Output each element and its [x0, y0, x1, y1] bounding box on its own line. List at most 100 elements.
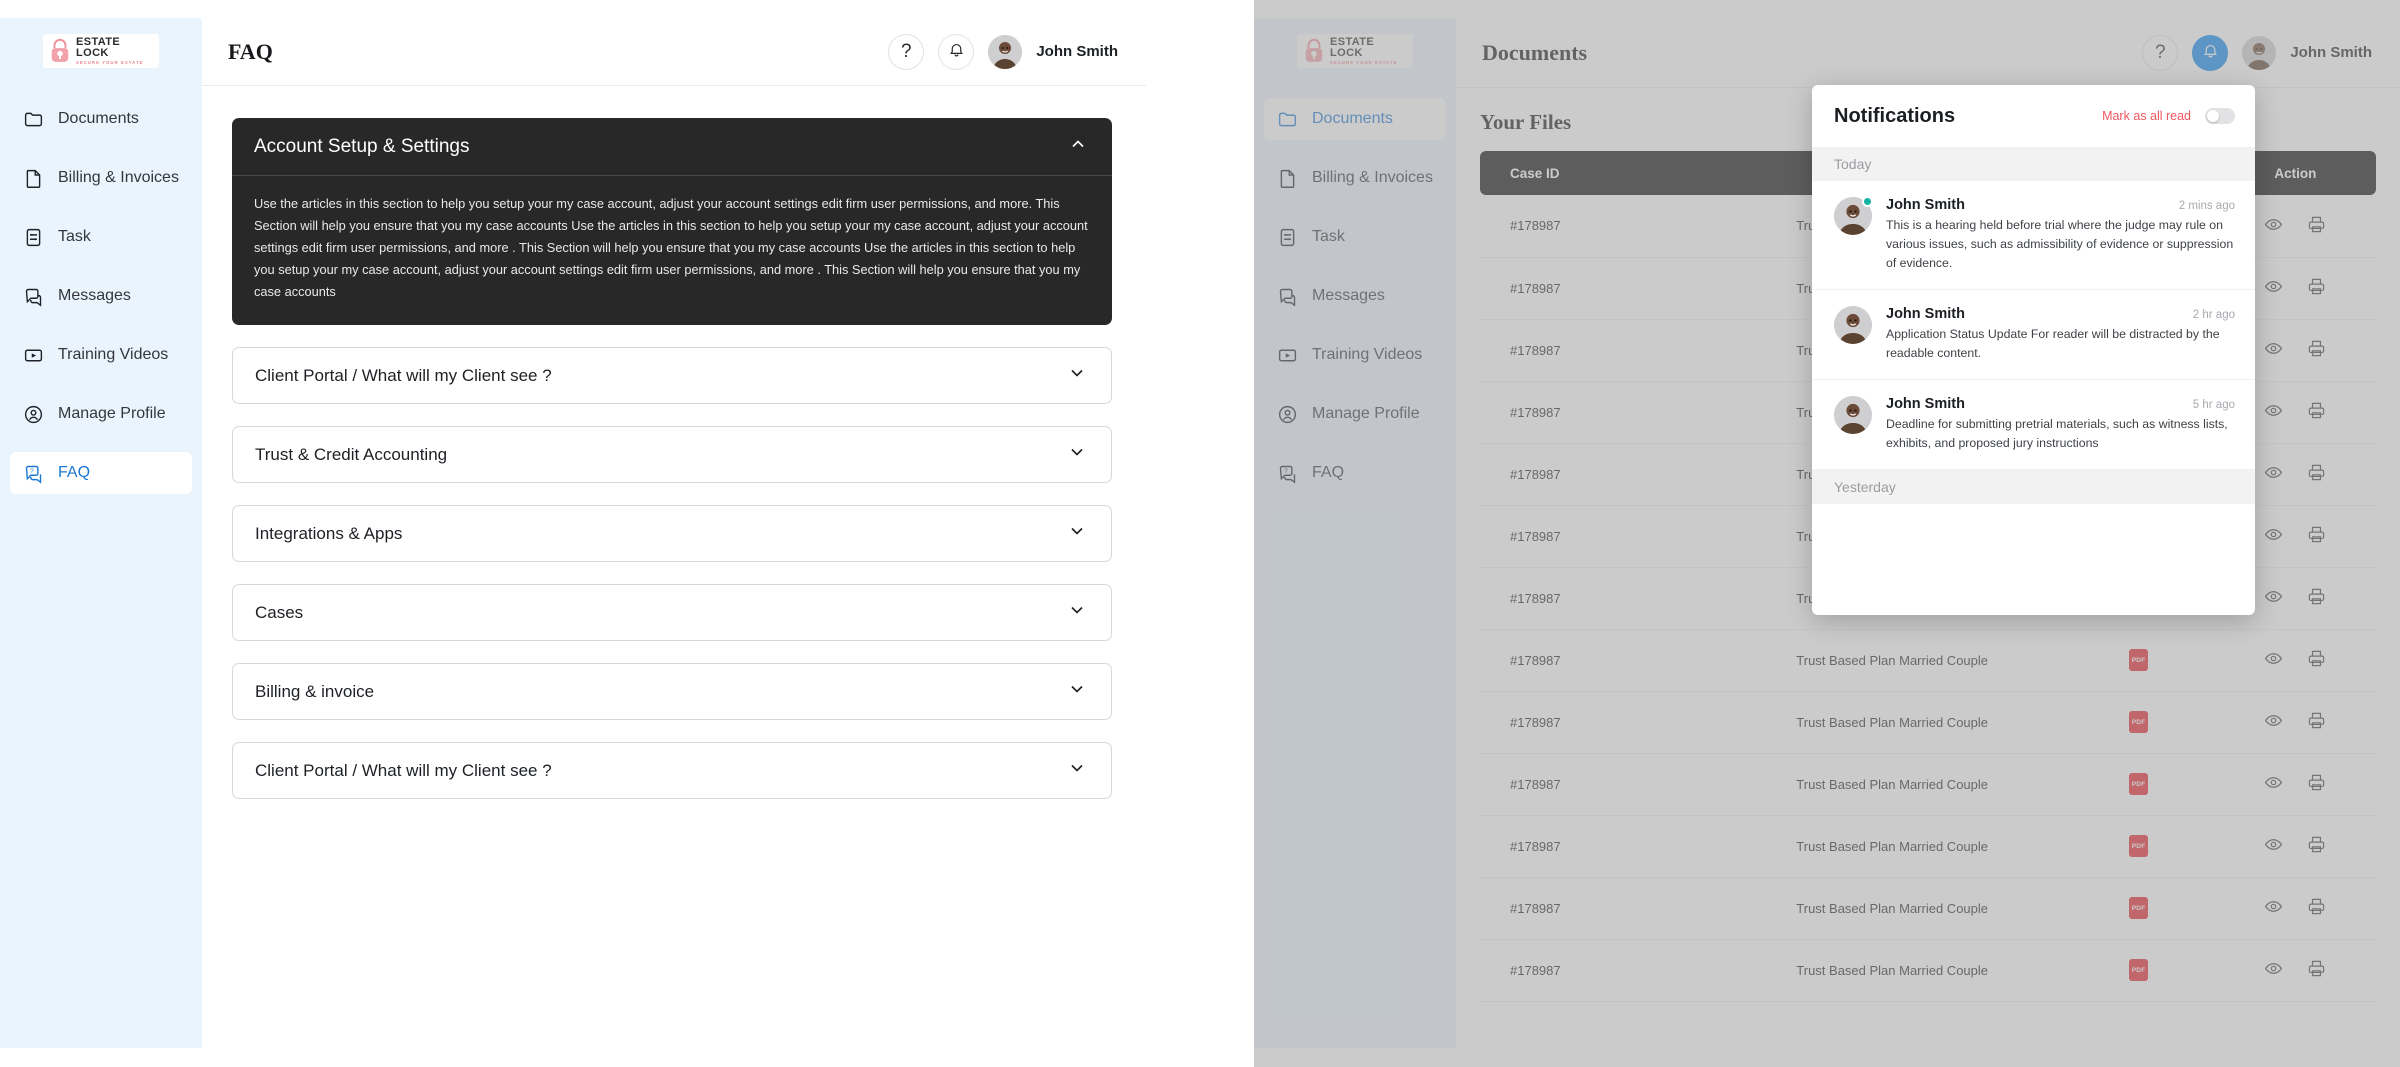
chevron-down-icon[interactable] [1067, 679, 1087, 704]
print-icon[interactable] [2307, 711, 2326, 733]
sidebar-item-documents[interactable]: Documents [10, 98, 192, 140]
sidebar-item-task[interactable]: Task [10, 216, 192, 258]
table-row[interactable]: #178987Trust Based Plan Married CouplePD… [1480, 629, 2376, 691]
pdf-icon[interactable]: PDF [2129, 711, 2148, 733]
pdf-icon[interactable]: PDF [2129, 649, 2148, 671]
print-icon[interactable] [2307, 215, 2326, 237]
view-icon[interactable] [2264, 835, 2283, 857]
notifications-button[interactable] [938, 34, 974, 70]
faq-accordion-item-4[interactable]: Billing & invoice [232, 663, 1112, 720]
faq-accordion-item-1[interactable]: Trust & Credit Accounting [232, 426, 1112, 483]
print-icon[interactable] [2307, 401, 2326, 423]
video-play-icon [1277, 345, 1298, 366]
notifications-group-label-today: Today [1812, 147, 2255, 181]
table-row[interactable]: #178987Trust Based Plan Married CouplePD… [1480, 939, 2376, 1001]
cell-case-id: #178987 [1480, 195, 1722, 257]
faq-accordion-item-3[interactable]: Cases [232, 584, 1112, 641]
sidebar-item-messages[interactable]: Messages [10, 275, 192, 317]
chevron-down-icon[interactable] [1067, 442, 1087, 467]
pdf-icon[interactable]: PDF [2129, 773, 2148, 795]
cell-file[interactable]: PDF [2062, 877, 2214, 939]
print-icon[interactable] [2307, 587, 2326, 609]
sidebar-item-label: Manage Profile [1312, 405, 1420, 423]
notification-item[interactable]: John Smith 2 mins ago This is a hearing … [1812, 181, 2255, 290]
sidebar-item-faq[interactable]: ? FAQ [10, 452, 192, 494]
chat-question-icon: ? [23, 463, 44, 484]
chevron-down-icon[interactable] [1067, 521, 1087, 546]
print-icon[interactable] [2307, 339, 2326, 361]
notifications-toggle[interactable] [2205, 108, 2235, 124]
sidebar-item-training-videos[interactable]: Training Videos [10, 334, 192, 376]
view-icon[interactable] [2264, 339, 2283, 361]
print-icon[interactable] [2307, 773, 2326, 795]
column-header-case-id[interactable]: Case ID [1480, 151, 1722, 195]
print-icon[interactable] [2307, 959, 2326, 981]
chevron-down-icon[interactable] [1067, 758, 1087, 783]
cell-file[interactable]: PDF [2062, 691, 2214, 753]
pane-gap [1146, 0, 1254, 1067]
notifications-button[interactable] [2192, 35, 2228, 71]
print-icon[interactable] [2307, 525, 2326, 547]
chevron-up-icon[interactable] [1068, 134, 1088, 159]
view-icon[interactable] [2264, 773, 2283, 795]
view-icon[interactable] [2264, 587, 2283, 609]
view-icon[interactable] [2264, 711, 2283, 733]
notification-time: 2 mins ago [2179, 200, 2235, 212]
table-row[interactable]: #178987Trust Based Plan Married CouplePD… [1480, 691, 2376, 753]
view-icon[interactable] [2264, 277, 2283, 299]
view-icon[interactable] [2264, 959, 2283, 981]
sidebar-item-billing-invoices[interactable]: Billing & Invoices [1264, 157, 1446, 199]
help-button[interactable]: ? [888, 34, 924, 70]
view-icon[interactable] [2264, 401, 2283, 423]
view-icon[interactable] [2264, 463, 2283, 485]
brand-logo[interactable]: ESTATE LOCK SECURE YOUR ESTATE [43, 34, 159, 68]
sidebar-item-training-videos[interactable]: Training Videos [1264, 334, 1446, 376]
avatar[interactable] [988, 35, 1022, 69]
faq-accordion-item-5[interactable]: Client Portal / What will my Client see … [232, 742, 1112, 799]
cell-file[interactable]: PDF [2062, 629, 2214, 691]
pdf-icon[interactable]: PDF [2129, 835, 2148, 857]
pdf-icon[interactable]: PDF [2129, 897, 2148, 919]
chevron-down-icon[interactable] [1067, 363, 1087, 388]
folder-icon [23, 109, 44, 130]
sidebar-item-manage-profile[interactable]: Manage Profile [10, 393, 192, 435]
faq-accordion-item-2[interactable]: Integrations & Apps [232, 505, 1112, 562]
cell-file[interactable]: PDF [2062, 815, 2214, 877]
sidebar-item-faq[interactable]: ? FAQ [1264, 452, 1446, 494]
view-icon[interactable] [2264, 525, 2283, 547]
dual-screen-container: ESTATE LOCK SECURE YOUR ESTATE Documents… [0, 0, 2400, 1067]
avatar[interactable] [2242, 36, 2276, 70]
print-icon[interactable] [2307, 277, 2326, 299]
table-row[interactable]: #178987Trust Based Plan Married CouplePD… [1480, 815, 2376, 877]
view-icon[interactable] [2264, 897, 2283, 919]
sidebar-item-messages[interactable]: Messages [1264, 275, 1446, 317]
table-row[interactable]: #178987Trust Based Plan Married CouplePD… [1480, 753, 2376, 815]
sidebar-item-billing-invoices[interactable]: Billing & Invoices [10, 157, 192, 199]
sidebar-item-manage-profile[interactable]: Manage Profile [1264, 393, 1446, 435]
left-topbar-actions: ? John Smith [888, 34, 1118, 70]
user-circle-icon [23, 404, 44, 425]
cell-file[interactable]: PDF [2062, 753, 2214, 815]
avatar [1834, 197, 1872, 235]
view-icon[interactable] [2264, 649, 2283, 671]
chevron-down-icon[interactable] [1067, 600, 1087, 625]
cell-file[interactable]: PDF [2062, 939, 2214, 1001]
sidebar-item-documents[interactable]: Documents [1264, 98, 1446, 140]
print-icon[interactable] [2307, 463, 2326, 485]
mark-all-read-link[interactable]: Mark as all read [2102, 109, 2191, 123]
print-icon[interactable] [2307, 649, 2326, 671]
left-sidebar: ESTATE LOCK SECURE YOUR ESTATE Documents… [0, 18, 202, 1048]
notification-item[interactable]: John Smith 2 hr ago Application Status U… [1812, 290, 2255, 380]
brand-logo[interactable]: ESTATE LOCK SECURE YOUR ESTATE [1297, 34, 1413, 68]
help-button[interactable]: ? [2142, 35, 2178, 71]
faq-accordion-item-0[interactable]: Client Portal / What will my Client see … [232, 347, 1112, 404]
print-icon[interactable] [2307, 835, 2326, 857]
table-row[interactable]: #178987Trust Based Plan Married CouplePD… [1480, 877, 2376, 939]
pdf-icon[interactable]: PDF [2129, 959, 2148, 981]
sidebar-item-task[interactable]: Task [1264, 216, 1446, 258]
svg-text:?: ? [1284, 468, 1288, 475]
print-icon[interactable] [2307, 897, 2326, 919]
faq-accordion-expanded-header[interactable]: Account Setup & Settings [232, 118, 1112, 176]
view-icon[interactable] [2264, 215, 2283, 237]
notification-item[interactable]: John Smith 5 hr ago Deadline for submitt… [1812, 380, 2255, 470]
